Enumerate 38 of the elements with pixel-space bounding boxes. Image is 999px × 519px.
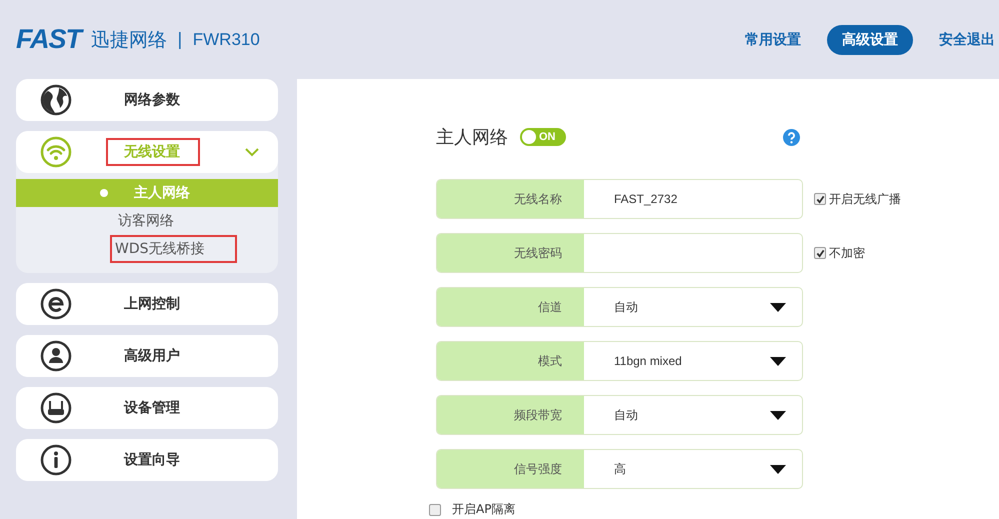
caret-icon [770, 464, 786, 474]
caret-icon [770, 302, 786, 312]
submenu-item[interactable]: 访客网络 [16, 207, 278, 235]
sidebar-item[interactable]: 高级用户 [16, 335, 278, 377]
brand-name: 迅捷网络 [91, 28, 168, 52]
caret-icon [770, 356, 786, 366]
select-field[interactable]: 频段带宽 自动 [436, 395, 803, 435]
model-name: FWR310 [192, 30, 260, 50]
sidebar-item[interactable]: 网络参数 [16, 79, 278, 121]
checkmark-icon [816, 248, 824, 258]
caret-icon [770, 410, 786, 420]
e-circle-icon [40, 288, 72, 320]
checkbox-option[interactable]: 开启AP隔离 [429, 501, 999, 518]
user-icon [40, 340, 72, 372]
wifi-icon [40, 136, 72, 168]
checkbox-option[interactable]: 不加密 [814, 244, 865, 262]
nav-tab[interactable]: 安全退出 [925, 24, 999, 54]
checkbox-option[interactable]: 开启无线广播 [814, 190, 901, 208]
router-icon [40, 392, 72, 424]
sidebar-item[interactable]: 设备管理 [16, 387, 278, 429]
separator: | [177, 30, 183, 50]
sidebar-item[interactable]: 上网控制 [16, 283, 278, 325]
select-field[interactable]: 模式 11bgn mixed [436, 341, 803, 381]
select-field[interactable]: 信道 自动 [436, 287, 803, 327]
chevron-down-icon [244, 147, 260, 157]
help-icon [783, 128, 800, 146]
info-icon [40, 444, 72, 476]
globe-icon [40, 84, 72, 116]
logo: FAST [16, 24, 82, 55]
submenu-item[interactable]: WDS无线桥接 [16, 235, 278, 263]
page-title: 主人网络 [436, 126, 508, 149]
checkmark-icon [816, 194, 824, 204]
sidebar-item[interactable]: 设置向导 [16, 439, 278, 481]
input-field[interactable]: 无线密码 [436, 233, 803, 273]
select-field[interactable]: 信号强度 高 [436, 449, 803, 489]
input-field[interactable]: 无线名称 FAST_2732 [436, 179, 803, 219]
nav-tab[interactable]: 常用设置 [731, 24, 815, 54]
nav-tab[interactable]: 高级设置 [827, 24, 913, 54]
